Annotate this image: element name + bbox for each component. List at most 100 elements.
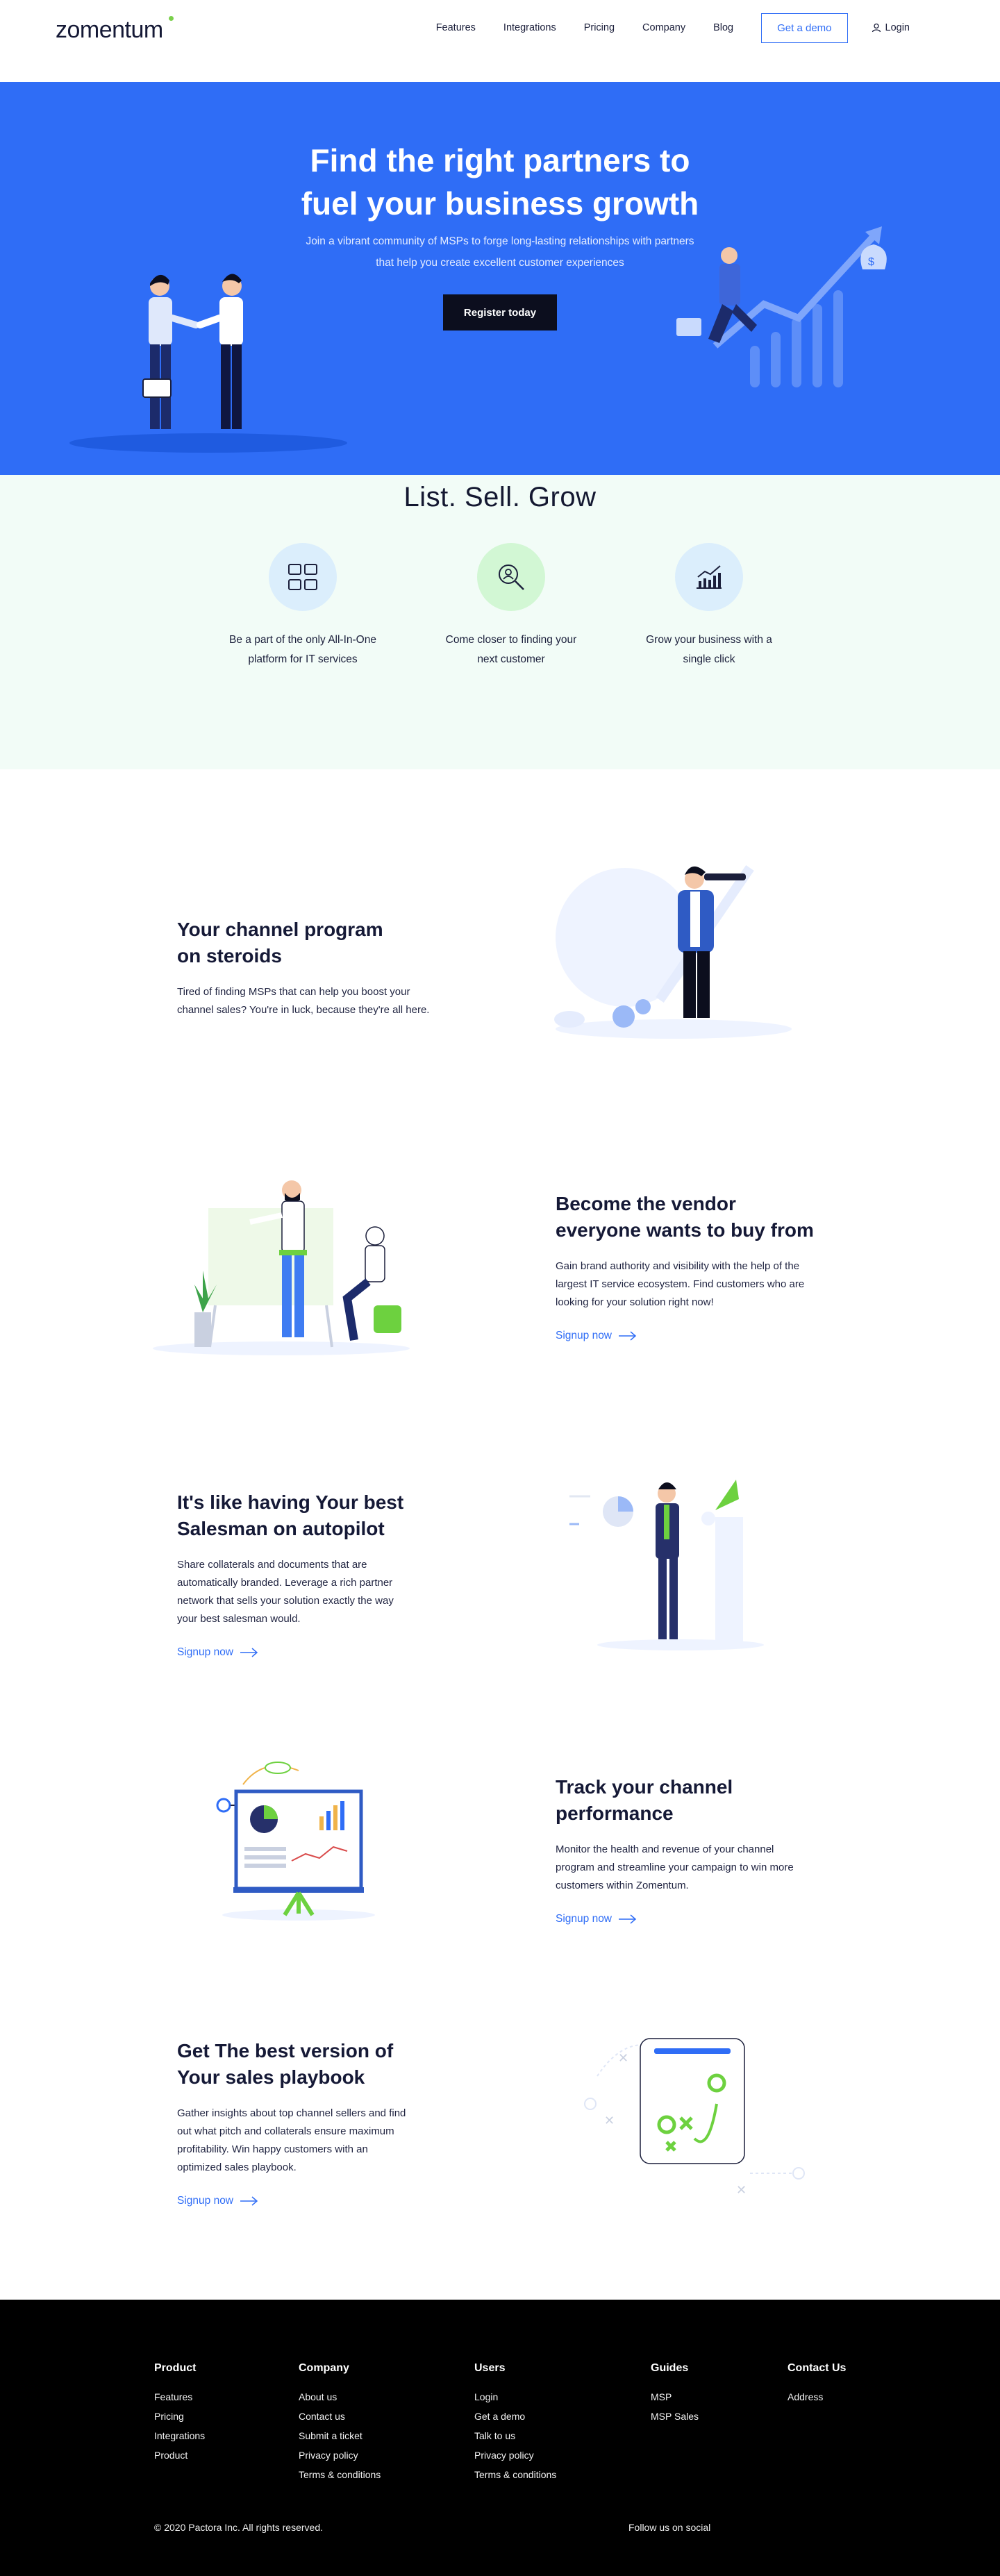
value-circle — [675, 543, 743, 611]
nav-link-company[interactable]: Company — [642, 22, 685, 33]
footer: Product Features Pricing Integrations Pr… — [0, 2300, 1000, 2576]
footer-column-contact: Contact Us Address — [788, 2362, 846, 2407]
footer-column-title: Contact Us — [788, 2362, 847, 2374]
footer-column-title: Product — [154, 2362, 197, 2374]
feature-vendor: Become the vendor everyone wants to buy … — [556, 1191, 854, 1342]
svg-text:✕: ✕ — [604, 2114, 615, 2127]
signup-now-link[interactable]: Signup now — [556, 1913, 854, 1925]
signup-now-label: Signup now — [177, 1646, 234, 1658]
footer-link-login[interactable]: Login — [474, 2387, 556, 2407]
handshake-illustration — [69, 274, 347, 453]
footer-link-terms[interactable]: Terms & conditions — [474, 2465, 556, 2484]
feature-body-line: your best salesman would. — [177, 1613, 301, 1625]
footer-link-contact-us[interactable]: Contact us — [299, 2407, 381, 2426]
value-item-platform: Be a part of the only All-In-One platfor… — [212, 543, 393, 669]
footer-column-users: Users Login Get a demo Talk to us Privac… — [474, 2362, 556, 2484]
feature-body: Gain brand authority and visibility with… — [556, 1257, 854, 1312]
value-text: Come closer to finding your next custome… — [421, 630, 601, 669]
nav-links: Features Integrations Pricing Company Bl… — [436, 12, 1000, 43]
feature-title-line2: performance — [556, 1803, 674, 1824]
arrow-right-icon — [619, 1914, 637, 1924]
svg-text:✕: ✕ — [618, 2051, 628, 2065]
performance-board-illustration — [216, 1762, 375, 1921]
signup-now-link[interactable]: Signup now — [556, 1330, 854, 1342]
signup-now-link[interactable]: Signup now — [177, 1646, 476, 1659]
nav-link-features[interactable]: Features — [436, 22, 476, 33]
feature-title: Become the vendor everyone wants to buy … — [556, 1191, 854, 1244]
feature-title: It's like having Your best Salesman on a… — [177, 1489, 476, 1542]
feature-channel-performance: Track your channel performance Monitor t… — [556, 1774, 854, 1925]
footer-link-about-us[interactable]: About us — [299, 2387, 381, 2407]
zomentum-logo[interactable]: zomentum — [56, 16, 174, 44]
nav-link-integrations[interactable]: Integrations — [503, 22, 556, 33]
feature-title-line1: Get The best version of — [177, 2040, 394, 2061]
feature-body-line: Gain brand authority and visibility with… — [556, 1260, 800, 1272]
nav-link-pricing[interactable]: Pricing — [584, 22, 615, 33]
feature-body-line: Gather insights about top channel seller… — [177, 2107, 406, 2119]
feature-salesman-autopilot: It's like having Your best Salesman on a… — [177, 1489, 476, 1659]
footer-link-product[interactable]: Product — [154, 2445, 205, 2465]
signup-now-label: Signup now — [556, 1330, 612, 1341]
footer-link-address[interactable]: Address — [788, 2387, 846, 2407]
feature-title-line2: on steroids — [177, 945, 282, 967]
footer-link-msp[interactable]: MSP — [651, 2387, 699, 2407]
grid-apps-icon — [288, 564, 317, 590]
salesman-rocket-illustration — [569, 1480, 764, 1650]
footer-link-features[interactable]: Features — [154, 2387, 205, 2407]
feature-sales-playbook: Get The best version of Your sales playb… — [177, 2038, 476, 2207]
arrow-right-icon — [240, 2196, 258, 2206]
footer-column-title: Users — [474, 2362, 506, 2374]
growth-illustration: $ — [676, 226, 887, 387]
get-a-demo-button[interactable]: Get a demo — [761, 12, 848, 43]
footer-link-submit-ticket[interactable]: Submit a ticket — [299, 2426, 381, 2445]
telescope-man-illustration — [554, 865, 792, 1039]
value-text: Grow your business with a single click — [619, 630, 799, 669]
follow-us-text: Follow us on social — [628, 2522, 711, 2533]
feature-title: Get The best version of Your sales playb… — [177, 2038, 476, 2091]
login-link[interactable]: Login — [872, 22, 910, 33]
footer-link-terms[interactable]: Terms & conditions — [299, 2465, 381, 2484]
value-item-grow: Grow your business with a single click — [619, 543, 799, 669]
signup-now-label: Signup now — [556, 1913, 612, 1925]
copyright-text: © 2020 Pactora Inc. All rights reserved. — [154, 2522, 323, 2533]
feature-body: Tired of finding MSPs that can help you … — [177, 983, 469, 1019]
feature-title-line1: It's like having Your best — [177, 1491, 404, 1513]
feature-body: Share collaterals and documents that are… — [177, 1556, 476, 1628]
logo-text: zomentum — [56, 17, 163, 43]
user-icon — [872, 23, 881, 33]
value-item-customer: Come closer to finding your next custome… — [421, 543, 601, 669]
footer-link-talk-to-us[interactable]: Talk to us — [474, 2426, 556, 2445]
footer-link-privacy-policy[interactable]: Privacy policy — [299, 2445, 381, 2465]
footer-link-pricing[interactable]: Pricing — [154, 2407, 205, 2426]
feature-title-line1: Track your channel — [556, 1776, 733, 1798]
feature-title-line1: Become the vendor — [556, 1193, 736, 1214]
feature-body-line: profitability. Win happy customers with … — [177, 2143, 368, 2155]
value-heading: List. Sell. Grow — [403, 482, 597, 512]
feature-body-line: Share collaterals and documents that are — [177, 1559, 367, 1571]
footer-link-msp-sales[interactable]: MSP Sales — [651, 2407, 699, 2426]
footer-column-title: Guides — [651, 2362, 689, 2374]
footer-link-integrations[interactable]: Integrations — [154, 2426, 205, 2445]
value-text-line1: Be a part of the only All-In-One — [229, 634, 376, 646]
feature-body-line: largest IT service ecosystem. Find custo… — [556, 1278, 805, 1290]
feature-body-line: optimized sales playbook. — [177, 2161, 297, 2173]
signup-now-link[interactable]: Signup now — [177, 2195, 476, 2207]
svg-text:$: $ — [868, 256, 874, 268]
feature-body-line: automatically branded. Leverage a rich p… — [177, 1577, 393, 1589]
register-today-button[interactable]: Register today — [443, 294, 557, 331]
value-circle — [269, 543, 337, 611]
feature-title-line2: everyone wants to buy from — [556, 1219, 814, 1241]
feature-body-line: Monitor the health and revenue of your c… — [556, 1843, 774, 1855]
footer-link-privacy-policy[interactable]: Privacy policy — [474, 2445, 556, 2465]
footer-link-get-a-demo[interactable]: Get a demo — [474, 2407, 556, 2426]
nav-link-blog[interactable]: Blog — [713, 22, 733, 33]
vendor-whiteboard-illustration — [153, 1180, 410, 1355]
login-label: Login — [885, 22, 910, 33]
footer-column-product: Product Features Pricing Integrations Pr… — [154, 2362, 205, 2465]
feature-title-line1: Your channel program — [177, 919, 383, 940]
value-text-line2: next customer — [477, 653, 545, 665]
arrow-right-icon — [619, 1331, 637, 1341]
feature-body-line: program and streamline your campaign to … — [556, 1862, 794, 1873]
value-text-line1: Grow your business with a — [646, 634, 772, 646]
value-text: Be a part of the only All-In-One platfor… — [212, 630, 393, 669]
